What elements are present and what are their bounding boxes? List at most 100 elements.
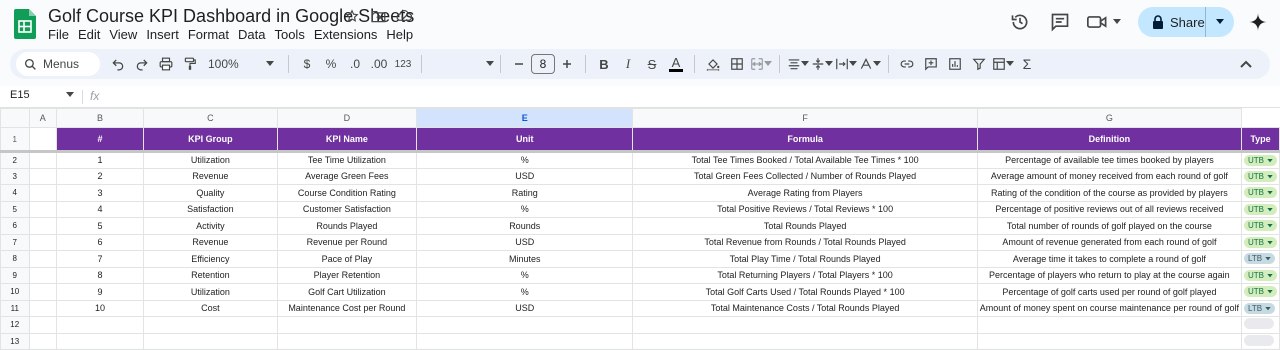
font-size-increase-icon[interactable] [555, 52, 579, 76]
cell[interactable]: Utilization [143, 151, 278, 169]
cell[interactable]: USD [415, 167, 634, 185]
collapse-toolbar-icon[interactable] [1234, 52, 1258, 76]
menu-view[interactable]: View [109, 27, 142, 42]
cell[interactable]: Percentage of players who return to play… [976, 266, 1243, 284]
move-folder-icon[interactable] [370, 8, 386, 24]
column-header-c[interactable]: C [143, 108, 278, 128]
gemini-sparkle-icon[interactable] [1244, 8, 1272, 36]
paint-format-icon[interactable] [178, 52, 202, 76]
cell[interactable] [56, 316, 145, 334]
cell[interactable] [976, 316, 1243, 334]
cell[interactable]: Total Maintenance Costs / Total Rounds P… [632, 299, 978, 317]
cell[interactable]: % [415, 266, 634, 284]
header-cell[interactable]: # [56, 127, 145, 153]
column-header-f[interactable]: F [632, 108, 978, 128]
header-cell[interactable]: Formula [632, 127, 978, 153]
cell[interactable] [28, 200, 58, 218]
share-dropdown-icon[interactable] [1206, 19, 1234, 25]
functions-icon[interactable]: Σ [1015, 52, 1039, 76]
cell[interactable]: Percentage of available tee times booked… [976, 151, 1243, 169]
header-cell[interactable]: Unit [415, 127, 634, 153]
cell[interactable]: % [415, 200, 634, 218]
cell[interactable] [28, 127, 58, 153]
cell[interactable] [976, 332, 1243, 350]
cell[interactable] [1241, 316, 1280, 334]
row-number[interactable]: 1 [0, 127, 30, 153]
menu-insert[interactable]: Insert [146, 27, 184, 42]
currency-format-button[interactable]: $ [295, 52, 319, 76]
cell[interactable]: Average time it takes to complete a roun… [976, 250, 1243, 268]
type-dropdown-chip[interactable]: LTB [1244, 302, 1276, 314]
cell[interactable]: Utilization [143, 283, 278, 301]
cell[interactable]: 7 [56, 250, 145, 268]
header-cell[interactable]: Definition [976, 127, 1243, 153]
cell[interactable] [28, 250, 58, 268]
cell[interactable]: Activity [143, 217, 278, 235]
cell[interactable]: Player Retention [276, 266, 417, 284]
cell[interactable] [28, 184, 58, 202]
insert-comment-icon[interactable] [919, 52, 943, 76]
column-header-e[interactable]: E [415, 108, 634, 128]
row-number[interactable]: 7 [0, 233, 30, 251]
cell[interactable]: Pace of Play [276, 250, 417, 268]
cell[interactable]: Total Golf Carts Used / Total Rounds Pla… [632, 283, 978, 301]
cell[interactable]: % [415, 151, 634, 169]
cell[interactable]: 8 [56, 266, 145, 284]
font-size-decrease-icon[interactable] [507, 52, 531, 76]
cell[interactable]: Course Condition Rating [276, 184, 417, 202]
chevron-down-icon[interactable] [258, 52, 282, 76]
header-cell[interactable]: KPI Group [143, 127, 278, 153]
row-number[interactable]: 11 [0, 299, 30, 317]
cell[interactable] [28, 266, 58, 284]
type-dropdown-chip[interactable]: UTB [1244, 236, 1277, 248]
cell[interactable]: % [415, 283, 634, 301]
cell[interactable] [415, 316, 634, 334]
type-dropdown-chip[interactable] [1244, 334, 1274, 346]
cell[interactable]: UTB [1241, 217, 1280, 235]
cell[interactable]: LTB [1241, 250, 1280, 268]
cell[interactable]: Percentage of positive reviews out of al… [976, 200, 1243, 218]
filter-icon[interactable] [967, 52, 991, 76]
select-all-corner[interactable] [0, 108, 30, 128]
cell[interactable] [28, 217, 58, 235]
cell[interactable]: Maintenance Cost per Round [276, 299, 417, 317]
cell[interactable]: Golf Cart Utilization [276, 283, 417, 301]
row-number[interactable]: 3 [0, 167, 30, 185]
cell[interactable] [415, 332, 634, 350]
undo-icon[interactable] [106, 52, 130, 76]
cell[interactable]: 1 [56, 151, 145, 169]
row-number[interactable]: 10 [0, 283, 30, 301]
cell[interactable] [1241, 332, 1280, 350]
spreadsheet-grid[interactable]: A B C D E F G 1 # KPI Group KPI Name Unit Formula Def… [0, 108, 1280, 350]
column-header-d[interactable]: D [276, 108, 417, 128]
star-icon[interactable] [344, 8, 360, 24]
cell[interactable]: Total Revenue from Rounds / Total Rounds… [632, 233, 978, 251]
cell[interactable]: LTB [1241, 299, 1280, 317]
type-dropdown-chip[interactable]: UTB [1244, 154, 1277, 166]
cell[interactable]: USD [415, 299, 634, 317]
menu-file[interactable]: File [48, 27, 74, 42]
cell[interactable]: UTB [1241, 283, 1280, 301]
cell[interactable] [632, 316, 978, 334]
row-number[interactable]: 12 [0, 316, 30, 334]
redo-icon[interactable] [130, 52, 154, 76]
cell[interactable]: Minutes [415, 250, 634, 268]
increase-decimal-button[interactable]: .00 [367, 52, 391, 76]
type-dropdown-chip[interactable] [1244, 318, 1274, 330]
cell[interactable]: 2 [56, 167, 145, 185]
row-number[interactable]: 4 [0, 184, 30, 202]
cell[interactable]: Efficiency [143, 250, 278, 268]
type-dropdown-chip[interactable]: UTB [1244, 286, 1277, 298]
share-button[interactable]: Share [1138, 7, 1234, 37]
text-rotation-icon[interactable] [858, 52, 882, 76]
cell[interactable]: Total Positive Reviews / Total Reviews *… [632, 200, 978, 218]
cell[interactable] [28, 167, 58, 185]
zoom-select[interactable]: 100% [208, 52, 258, 76]
cell[interactable]: Cost [143, 299, 278, 317]
text-color-icon[interactable]: A [664, 52, 688, 76]
menu-tools[interactable]: Tools [274, 27, 309, 42]
cell[interactable] [28, 283, 58, 301]
cell[interactable] [28, 332, 58, 350]
cell[interactable]: Amount of money spent on course maintena… [976, 299, 1243, 317]
cell[interactable]: 10 [56, 299, 145, 317]
